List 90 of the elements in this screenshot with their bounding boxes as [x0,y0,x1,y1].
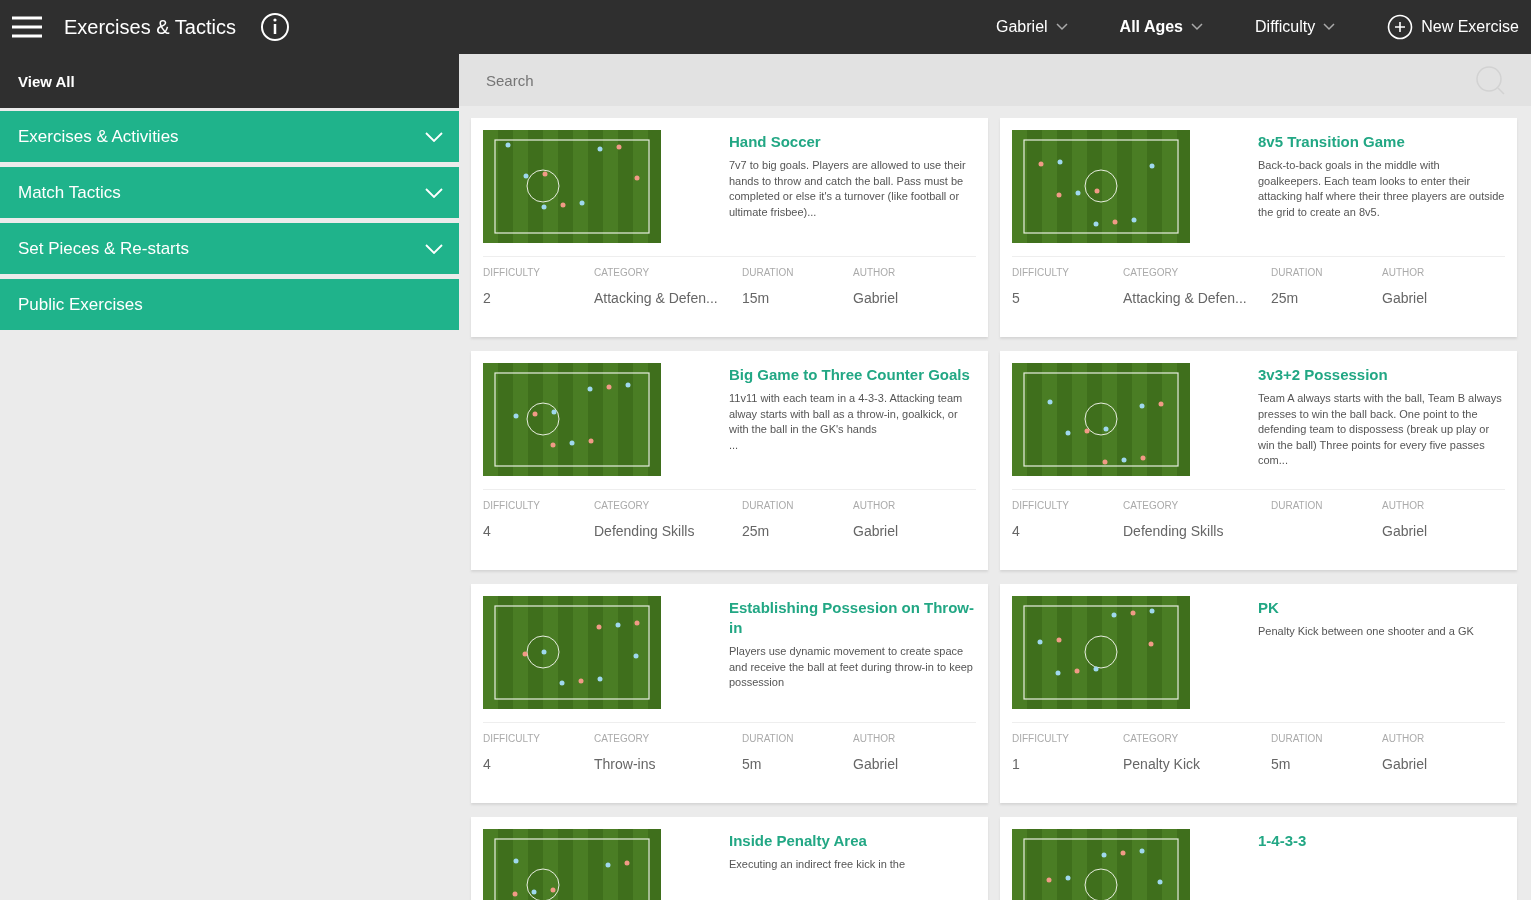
field-label: CATEGORY [594,733,651,744]
field-value: 4 [483,756,492,772]
exercise-title[interactable]: Inside Penalty Area [729,831,976,851]
field-value: Gabriel [853,523,900,539]
field-label: DURATION [742,267,795,278]
field-value: Gabriel [1382,290,1429,306]
field-label: AUTHOR [853,267,897,278]
new-exercise-button[interactable]: New Exercise [1387,14,1519,40]
field-value: Throw-ins [594,756,657,772]
field-value: 4 [1012,523,1021,539]
chevron-down-icon [1191,23,1203,31]
field-value: 2 [483,290,492,306]
exercise-description: Back-to-back goals in the middle with goalkeepers. Each team looks to enter their attacking half where their three players are outside the grid to create an 8v5. [1258,158,1505,220]
filter-dropdown[interactable]: All Ages [1119,18,1203,36]
field-value: Gabriel [853,290,900,306]
field-value: 1 [1012,756,1021,772]
field-label: AUTHOR [853,500,897,511]
field-value: 15m [742,290,771,306]
field-label: DIFFICULTY [1012,267,1071,278]
search-field[interactable]: Search [459,54,1531,106]
exercise-title[interactable]: Big Game to Three Counter Goals [729,365,976,385]
field-label: DIFFICULTY [1012,500,1071,511]
field-label: CATEGORY [594,267,651,278]
page-title: Exercises & Tactics [64,15,236,39]
exercise-description: Penalty Kick between one shooter and a GK [1258,624,1475,639]
exercise-card[interactable] [1000,351,1517,570]
field-value: Attacking & Defen... [1123,290,1248,306]
field-value: Defending Skills [1123,523,1225,539]
field-value: Gabriel [853,756,900,772]
exercise-description: Team A always starts with the ball, Team B always presses to win the ball back. One point to the defending team to dispossess (break up play or win the ball) Three points for every five passes com... [1258,391,1503,468]
field-label: DURATION [1271,267,1324,278]
field-value: 5m [742,756,763,772]
exercise-description: Players use dynamic movement to create space and receive the ball at feet during throw-in to keep possession [729,644,974,690]
exercise-title[interactable]: 3v3+2 Possession [1258,365,1505,385]
field-label: CATEGORY [1123,267,1180,278]
field-label: DIFFICULTY [483,267,542,278]
field-label: AUTHOR [1382,500,1426,511]
field-value: Penalty Kick [1123,756,1202,772]
field-value: Gabriel [1382,756,1429,772]
field-label: DIFFICULTY [483,500,542,511]
field-label: CATEGORY [1123,733,1180,744]
exercise-card[interactable]: PK Penalty Kick between one shooter and a GK DIFFICULTY 1 CATEGORY Penalty Kick DURATION 5m AUTHOR Gabriel [1000,584,1517,803]
chevron-down-icon [425,243,443,254]
exercise-description: Executing an indirect free kick in the [729,857,907,872]
exercise-title[interactable]: Establishing Possesion on Throw-in [729,598,976,638]
menu-icon[interactable] [12,16,42,38]
field-label: AUTHOR [1382,733,1426,744]
exercise-card[interactable] [471,118,988,337]
info-icon[interactable] [259,12,290,42]
exercise-card[interactable] [471,584,988,803]
plus-circle-icon [1387,14,1414,40]
exercise-card[interactable] [471,351,988,570]
field-value: 5 [1012,290,1021,306]
field-label: DIFFICULTY [1012,733,1071,744]
sidebar-item[interactable]: Set Pieces & Re-starts [0,223,459,274]
field-label: CATEGORY [1123,500,1180,511]
field-value: Defending Skills [594,523,696,539]
field-value: 25m [742,523,771,539]
field-label: DURATION [1271,500,1324,511]
exercise-description: 7v7 to big goals. Players are allowed to use their hands to throw and catch the ball. Pass must be completed or else it's a turnover (like football or ultimate frisbee)... [729,158,967,220]
exercise-card[interactable]: Inside Penalty Area Executing an indirect free kick in the [471,817,988,900]
field-value: 5m [1271,756,1292,772]
filter-dropdown[interactable]: Difficulty [1255,18,1336,36]
field-value: 4 [483,523,492,539]
field-value: 25m [1271,290,1300,306]
exercise-title[interactable]: 1-4-3-3 [1258,831,1505,851]
field-label: AUTHOR [853,733,897,744]
chevron-down-icon [1323,23,1336,31]
field-value: Gabriel [1382,523,1429,539]
field-label: CATEGORY [594,500,651,511]
view-all-link[interactable]: View All [18,72,75,90]
field-label: DURATION [742,500,795,511]
filter-dropdown[interactable]: Gabriel [996,18,1068,36]
exercise-title[interactable]: PK [1258,598,1505,618]
sidebar-item[interactable]: Exercises & Activities [0,111,459,162]
chevron-down-icon [425,131,443,142]
exercise-title[interactable]: Hand Soccer [729,132,976,152]
field-label: DURATION [742,733,795,744]
exercise-title[interactable]: 8v5 Transition Game [1258,132,1505,152]
chevron-down-icon [425,187,443,198]
field-value: Attacking & Defen... [594,290,719,306]
exercise-card[interactable] [1000,118,1517,337]
field-label: DURATION [1271,733,1324,744]
sidebar-item[interactable]: Match Tactics [0,167,459,218]
field-label: AUTHOR [1382,267,1426,278]
field-label: DIFFICULTY [483,733,542,744]
exercise-description: 11v11 with each team in a 4-3-3. Attacking team alway starts with ball as a throw-in, goalkick, or with the ball in the GK's hands ... [729,391,964,453]
sidebar-item[interactable]: Public Exercises [0,279,459,330]
exercise-card[interactable]: 1-4-3-3 [1000,817,1517,900]
chevron-down-icon [1055,23,1068,31]
